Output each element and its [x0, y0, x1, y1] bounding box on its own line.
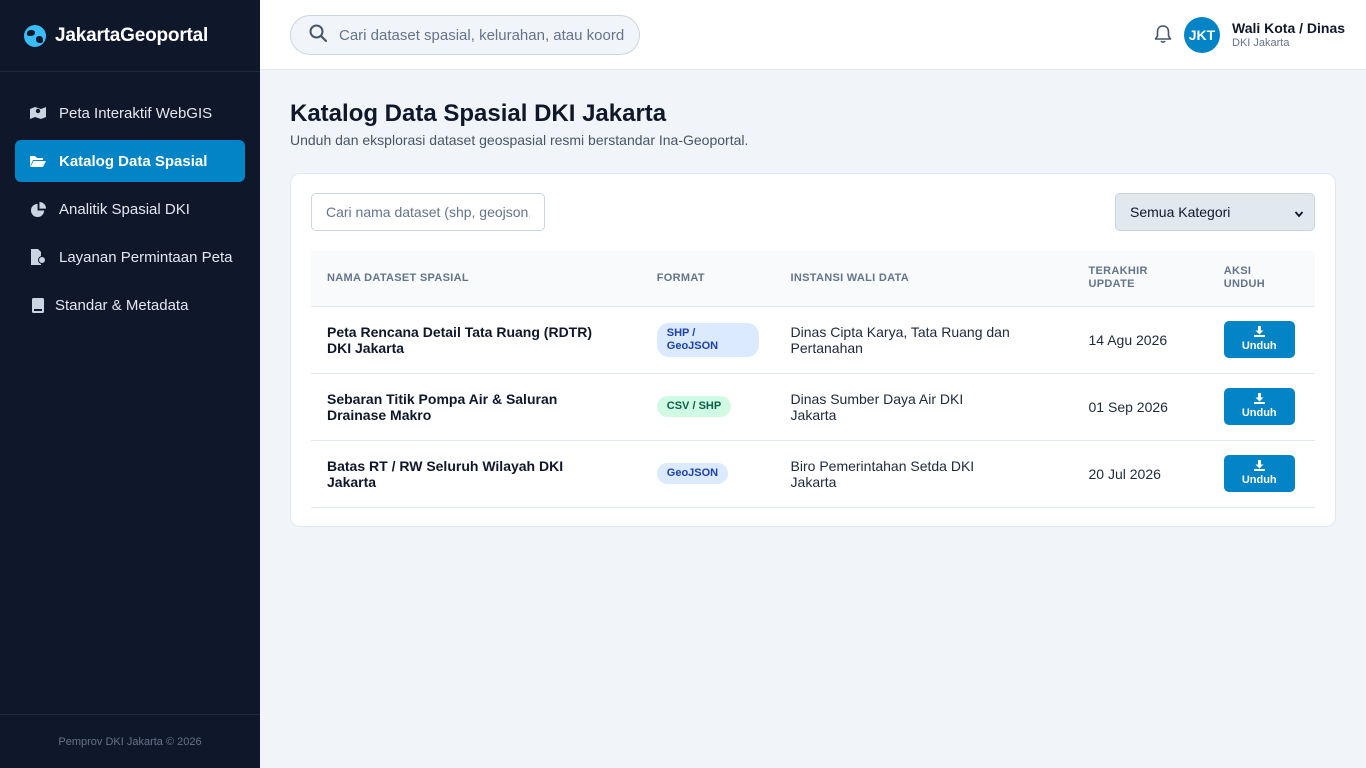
top-header: JKT Wali Kota / Dinas DKI Jakarta [260, 0, 1366, 70]
dataset-filter-input[interactable] [311, 193, 545, 231]
download-label: Unduh [1241, 339, 1277, 352]
sidebar-item-label: Analitik Spasial DKI [59, 200, 190, 218]
download-icon [1253, 392, 1265, 404]
dataset-updated: 14 Agu 2026 [1088, 331, 1168, 348]
sidebar-item-label: Standar & Metadata [55, 296, 189, 314]
table-header-row: NAMA DATASET SPASIAL FORMAT INSTANSI WAL… [311, 251, 1315, 306]
sidebar: JakartaGeoportal Peta Interaktif WebGIS … [0, 0, 260, 768]
bell-icon[interactable] [1154, 24, 1174, 46]
download-icon [1253, 325, 1265, 337]
chevron-down-icon [1294, 206, 1304, 222]
download-label: Unduh [1241, 406, 1277, 419]
page-title: Katalog Data Spasial DKI Jakarta [290, 100, 667, 127]
brand-name: JakartaGeoportal [55, 24, 209, 46]
sidebar-item-label: Layanan Permintaan Peta [59, 248, 233, 266]
format-badge: SHP / GeoJSON [656, 322, 759, 357]
sidebar-item-analitik[interactable]: Analitik Spasial DKI [15, 188, 245, 230]
file-icon [30, 249, 46, 265]
user-org: DKI Jakarta [1232, 37, 1290, 49]
dataset-agency: Dinas Cipta Karya, Tata Ruang dan Pertan… [790, 323, 1010, 356]
sidebar-item-layanan[interactable]: Layanan Permintaan Peta [15, 236, 245, 278]
dataset-table: NAMA DATASET SPASIAL FORMAT INSTANSI WAL… [311, 251, 1315, 508]
download-icon [1253, 459, 1265, 471]
download-label: Unduh [1241, 473, 1277, 486]
catalog-card: Semua Kategori NAMA DATASET SPASIAL FORM… [290, 173, 1336, 527]
column-header-updated: TERAKHIR UPDATE [1088, 265, 1148, 291]
table-row: Sebaran Titik Pompa Air & Saluran Draina… [311, 373, 1315, 440]
download-button[interactable]: Unduh [1223, 388, 1295, 425]
pie-chart-icon [30, 201, 46, 217]
download-button[interactable]: Unduh [1223, 321, 1295, 358]
folder-open-icon [30, 153, 46, 169]
search-icon [309, 24, 328, 47]
sidebar-item-standar[interactable]: Standar & Metadata [15, 284, 245, 326]
dataset-name: Sebaran Titik Pompa Air & Saluran Draina… [327, 390, 558, 423]
brand[interactable]: JakartaGeoportal [0, 0, 260, 72]
sidebar-footer: Pemprov DKI Jakarta © 2026 [0, 714, 260, 768]
table-row: Peta Rencana Detail Tata Ruang (RDTR) DK… [311, 306, 1315, 373]
book-icon [30, 297, 46, 313]
format-badge: CSV / SHP [656, 396, 732, 417]
map-icon [30, 105, 46, 121]
dataset-name: Peta Rencana Detail Tata Ruang (RDTR) DK… [327, 323, 593, 356]
format-badge: GeoJSON [656, 463, 729, 484]
user-info[interactable]: Wali Kota / Dinas DKI Jakarta [1232, 20, 1345, 49]
column-header-agency: INSTANSI WALI DATA [790, 271, 909, 284]
globe-icon [24, 24, 46, 47]
sidebar-item-katalog[interactable]: Katalog Data Spasial [15, 140, 245, 182]
download-button[interactable]: Unduh [1223, 455, 1295, 492]
sidebar-item-webgis[interactable]: Peta Interaktif WebGIS [15, 92, 245, 134]
column-header-name: NAMA DATASET SPASIAL [327, 271, 469, 284]
search-input[interactable] [339, 26, 624, 44]
column-header-format: FORMAT [656, 271, 705, 284]
user-name: Wali Kota / Dinas [1232, 20, 1346, 36]
dataset-agency: Dinas Sumber Daya Air DKI Jakarta [790, 390, 964, 423]
category-select-value: Semua Kategori [1130, 204, 1231, 220]
sidebar-item-label: Peta Interaktif WebGIS [59, 104, 213, 122]
category-select[interactable]: Semua Kategori [1115, 193, 1315, 231]
table-row: Batas RT / RW Seluruh Wilayah DKI Jakart… [311, 440, 1315, 507]
dataset-updated: 20 Jul 2026 [1088, 465, 1161, 482]
dataset-agency: Biro Pemerintahan Setda DKI Jakarta [790, 457, 975, 490]
dataset-name: Batas RT / RW Seluruh Wilayah DKI Jakart… [327, 457, 564, 490]
avatar[interactable]: JKT [1184, 17, 1220, 53]
global-search[interactable] [290, 15, 640, 55]
page-subtitle: Unduh dan eksplorasi dataset geospasial … [290, 132, 749, 148]
sidebar-item-label: Katalog Data Spasial [59, 152, 208, 170]
dataset-updated: 01 Sep 2026 [1088, 398, 1168, 415]
sidebar-nav: Peta Interaktif WebGIS Katalog Data Spas… [0, 72, 260, 326]
column-header-action: AKSI UNDUH [1223, 265, 1265, 291]
